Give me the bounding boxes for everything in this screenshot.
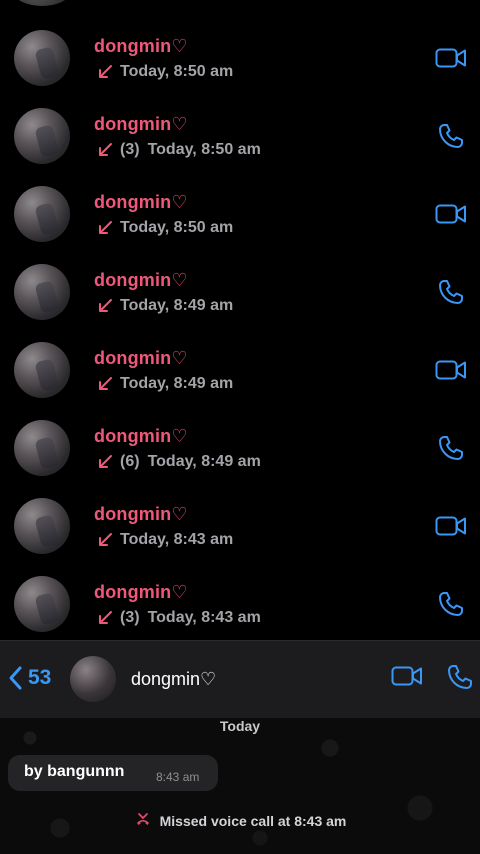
call-count: (3) bbox=[120, 609, 140, 626]
video-call-button[interactable] bbox=[432, 507, 470, 545]
incoming-arrow-icon bbox=[99, 377, 112, 390]
video-call-button[interactable] bbox=[391, 665, 423, 692]
call-time: Today, 8:49 am bbox=[120, 297, 234, 314]
voice-call-button[interactable] bbox=[432, 273, 470, 311]
video-icon bbox=[391, 666, 422, 686]
chat-header: 53 dongmin♡ bbox=[0, 640, 480, 718]
call-meta: Today, 8:50 am bbox=[96, 63, 233, 81]
call-meta: (3) Today, 8:43 am bbox=[96, 609, 261, 627]
avatar[interactable] bbox=[14, 498, 70, 554]
caller-name: dongmin♡ bbox=[94, 348, 188, 368]
back-button[interactable]: 53 bbox=[6, 665, 51, 691]
call-time: Today, 8:43 am bbox=[120, 531, 234, 548]
voice-call-button[interactable] bbox=[432, 429, 470, 467]
call-log-row[interactable]: dongmin♡ (6) Today, 8:49 am bbox=[0, 409, 480, 487]
video-icon bbox=[435, 48, 466, 68]
chat-area: Today by bangunnn 8:43 am Missed voice c… bbox=[0, 718, 480, 854]
date-divider: Today bbox=[0, 718, 480, 734]
call-time: Today, 8:50 am bbox=[120, 219, 234, 236]
call-log-row[interactable]: dongmin♡ (3) Today, 8:43 am bbox=[0, 565, 480, 640]
call-time: Today, 8:50 am bbox=[120, 63, 234, 80]
avatar[interactable] bbox=[14, 186, 70, 242]
phone-icon bbox=[439, 436, 463, 460]
call-count: (6) bbox=[120, 453, 140, 470]
call-log-row[interactable]: dongmin♡ Today, 8:50 am bbox=[0, 175, 480, 253]
caller-name: dongmin♡ bbox=[94, 270, 188, 290]
incoming-arrow-icon bbox=[99, 65, 112, 78]
call-meta: Today, 8:50 am bbox=[96, 219, 233, 237]
call-time: Today, 8:50 am bbox=[147, 141, 261, 158]
system-message-text: Missed voice call at 8:43 am bbox=[159, 813, 347, 829]
call-log-row[interactable]: dongmin♡ (3) Today, 8:50 am bbox=[0, 97, 480, 175]
phone-icon bbox=[439, 280, 463, 304]
call-log-list: dongmin♡ Today, 8:50 am dongmin♡ (3) Tod… bbox=[0, 0, 480, 640]
caller-name: dongmin♡ bbox=[94, 114, 188, 134]
contact-name[interactable]: dongmin♡ bbox=[131, 669, 216, 690]
call-time: Today, 8:49 am bbox=[120, 375, 234, 392]
call-time: Today, 8:43 am bbox=[147, 609, 261, 626]
call-meta: Today, 8:49 am bbox=[96, 375, 233, 393]
avatar[interactable] bbox=[14, 576, 70, 632]
incoming-arrow-icon bbox=[99, 221, 112, 234]
date-label: Today bbox=[219, 718, 261, 734]
message-text: by bangunnn bbox=[24, 763, 125, 780]
call-log-row[interactable]: dongmin♡ Today, 8:43 am bbox=[0, 487, 480, 565]
incoming-arrow-icon bbox=[99, 533, 112, 546]
call-log-row[interactable]: dongmin♡ Today, 8:49 am bbox=[0, 253, 480, 331]
avatar[interactable] bbox=[14, 108, 70, 164]
avatar[interactable] bbox=[14, 264, 70, 320]
avatar[interactable] bbox=[14, 342, 70, 398]
call-meta: (6) Today, 8:49 am bbox=[96, 453, 261, 471]
chevron-left-icon bbox=[9, 666, 22, 690]
phone-icon bbox=[439, 592, 463, 616]
voice-call-button[interactable] bbox=[446, 663, 474, 696]
avatar bbox=[14, 0, 70, 6]
missed-call-icon bbox=[136, 813, 149, 825]
call-meta: Today, 8:43 am bbox=[96, 531, 233, 549]
unread-count: 53 bbox=[28, 666, 52, 689]
caller-name: dongmin♡ bbox=[94, 426, 188, 446]
phone-icon bbox=[448, 665, 472, 689]
caller-name: dongmin♡ bbox=[94, 582, 188, 602]
call-time: Today, 8:49 am bbox=[147, 453, 261, 470]
caller-name: dongmin♡ bbox=[94, 192, 188, 212]
video-call-button[interactable] bbox=[432, 39, 470, 77]
message-bubble[interactable]: by bangunnn 8:43 am bbox=[8, 755, 218, 791]
incoming-arrow-icon bbox=[99, 455, 112, 468]
avatar[interactable] bbox=[70, 656, 116, 702]
video-icon bbox=[435, 204, 466, 224]
video-call-button[interactable] bbox=[432, 351, 470, 389]
avatar[interactable] bbox=[14, 30, 70, 86]
video-icon bbox=[435, 516, 466, 536]
call-count: (3) bbox=[120, 141, 140, 158]
voice-call-button[interactable] bbox=[432, 117, 470, 155]
caller-name: dongmin♡ bbox=[94, 504, 188, 524]
call-log-row[interactable]: dongmin♡ Today, 8:49 am bbox=[0, 331, 480, 409]
caller-name: dongmin♡ bbox=[94, 36, 188, 56]
incoming-arrow-icon bbox=[99, 611, 112, 624]
incoming-arrow-icon bbox=[99, 299, 112, 312]
avatar[interactable] bbox=[14, 420, 70, 476]
voice-call-button[interactable] bbox=[432, 585, 470, 623]
message-time: 8:43 am bbox=[156, 770, 200, 784]
call-log-row[interactable]: dongmin♡ Today, 8:50 am bbox=[0, 19, 480, 97]
call-meta: Today, 8:49 am bbox=[96, 297, 233, 315]
incoming-arrow-icon bbox=[99, 143, 112, 156]
call-meta: (3) Today, 8:50 am bbox=[96, 141, 261, 159]
video-icon bbox=[435, 360, 466, 380]
video-call-button[interactable] bbox=[432, 195, 470, 233]
phone-icon bbox=[439, 124, 463, 148]
system-message[interactable]: Missed voice call at 8:43 am bbox=[0, 812, 480, 830]
